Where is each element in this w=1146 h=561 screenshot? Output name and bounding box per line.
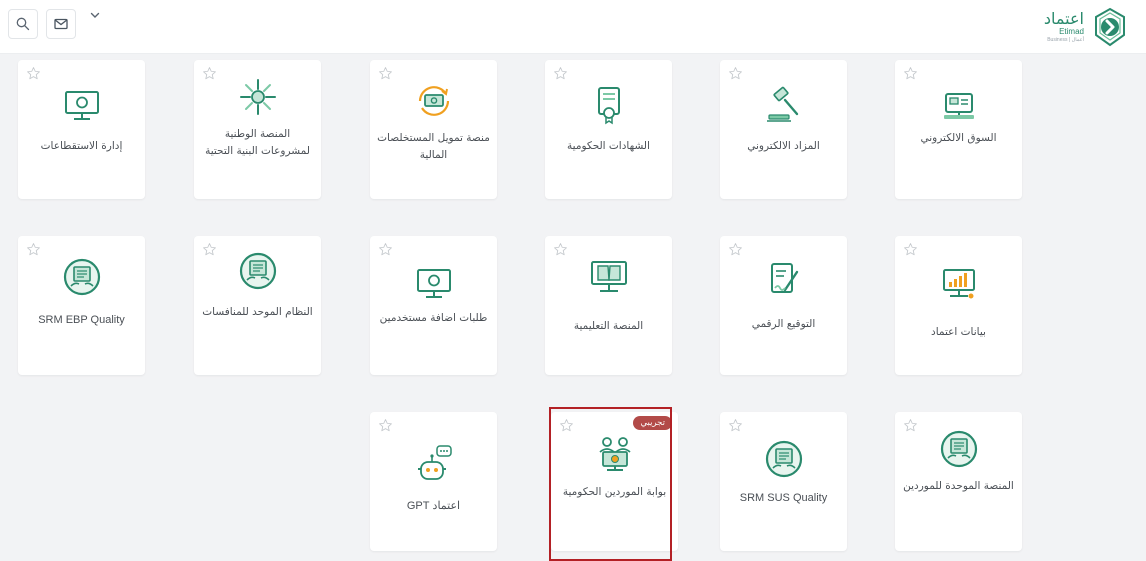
digital-signature-icon [770, 263, 798, 293]
tile-label: الشهادات الحكومية [567, 140, 650, 152]
favorite-star-icon[interactable] [728, 66, 743, 81]
favorite-star-icon[interactable] [728, 242, 743, 257]
data-chart-icon [942, 269, 975, 299]
tile-government-certificates[interactable]: الشهادات الحكومية [545, 60, 672, 199]
tile-label: النظام الموحد للمنافسات [202, 306, 313, 318]
tenders-icon [239, 252, 276, 290]
tile-education-platform[interactable]: المنصة التعليمية [545, 236, 672, 375]
mail-icon [54, 18, 68, 30]
tile-add-users-requests[interactable]: طلبات اضافة مستخدمين [370, 236, 497, 375]
favorite-star-icon[interactable] [202, 66, 217, 81]
tile-label: SRM EBP Quality [38, 314, 125, 326]
logo-tagline: Business | أعمال [1047, 37, 1084, 43]
monitor-icon [64, 91, 99, 120]
logo-arabic: اعتماد [1043, 9, 1084, 28]
favorite-star-icon[interactable] [553, 66, 568, 81]
favorite-star-icon[interactable] [202, 242, 217, 257]
top-bar: اعتماد Etimad Business | أعمال [0, 0, 1146, 54]
tile-srm-ebp-quality[interactable]: SRM EBP Quality [18, 236, 145, 375]
tile-label: إدارة الاستقطاعات [40, 140, 123, 152]
tile-e-market[interactable]: السوق الالكتروني [895, 60, 1022, 199]
favorite-star-icon[interactable] [553, 242, 568, 257]
tile-label: SRM SUS Quality [739, 492, 828, 504]
search-icon [16, 17, 30, 31]
tile-deductions-management[interactable]: إدارة الاستقطاعات [18, 60, 145, 199]
tile-label: اعتماد GPT [406, 500, 461, 512]
finance-icon [418, 86, 449, 116]
tile-financial-extracts[interactable]: منصة تمويل المستخلصات المالية [370, 60, 497, 199]
account-menu-toggle[interactable] [88, 8, 102, 22]
favorite-star-icon[interactable] [903, 66, 918, 81]
tile-label: المنصة التعليمية [573, 320, 644, 332]
robot-icon [417, 445, 452, 480]
tile-label: بيانات اعتماد [931, 326, 986, 338]
auction-gavel-icon [766, 86, 798, 122]
tile-label: المزاد الالكتروني [747, 140, 820, 152]
srm-icon [63, 258, 100, 296]
tile-label: التوقيع الرقمي [751, 318, 816, 330]
favorite-star-icon[interactable] [378, 242, 393, 257]
favorite-star-icon[interactable] [903, 242, 918, 257]
etimad-logo[interactable]: اعتماد Etimad Business | أعمال [1044, 6, 1130, 48]
tile-label: منصة تمويل المستخلصات المالية [377, 132, 490, 161]
tile-e-auction[interactable]: المزاد الالكتروني [720, 60, 847, 199]
favorite-star-icon[interactable] [903, 418, 918, 433]
tile-label: السوق الالكتروني [920, 132, 997, 144]
highlight-box [549, 407, 672, 561]
chevron-down-icon [90, 12, 100, 18]
favorite-star-icon[interactable] [26, 66, 41, 81]
certificate-icon [597, 87, 620, 125]
search-button[interactable] [8, 9, 38, 39]
tile-unified-suppliers-platform[interactable]: المنصة الموحدة للموردين [895, 412, 1022, 551]
srm-icon [765, 440, 802, 478]
tile-srm-sus-quality[interactable]: SRM SUS Quality [720, 412, 847, 551]
favorite-star-icon[interactable] [26, 242, 41, 257]
tile-etimad-gpt[interactable]: اعتماد GPT [370, 412, 497, 551]
logo-english: Etimad [1059, 27, 1084, 36]
messages-button[interactable] [46, 9, 76, 39]
monitor-icon [416, 269, 451, 298]
education-book-icon [590, 261, 627, 292]
srm-icon [940, 430, 977, 468]
infrastructure-icon [239, 79, 276, 115]
tile-infrastructure-projects[interactable]: المنصة الوطنية لمشروعات البنية التحتية [194, 60, 321, 199]
tile-label: طلبات اضافة مستخدمين [379, 312, 488, 324]
tile-etimad-data[interactable]: بيانات اعتماد [895, 236, 1022, 375]
tile-unified-tenders-system[interactable]: النظام الموحد للمنافسات [194, 236, 321, 375]
etimad-emblem-icon [1095, 7, 1125, 47]
tile-label: المنصة الموحدة للموردين [903, 480, 1014, 492]
tile-label: المنصة الوطنية لمشروعات البنية التحتية [205, 128, 310, 157]
favorite-star-icon[interactable] [728, 418, 743, 433]
tile-digital-signature[interactable]: التوقيع الرقمي [720, 236, 847, 375]
favorite-star-icon[interactable] [378, 418, 393, 433]
e-market-icon [943, 93, 974, 119]
favorite-star-icon[interactable] [378, 66, 393, 81]
